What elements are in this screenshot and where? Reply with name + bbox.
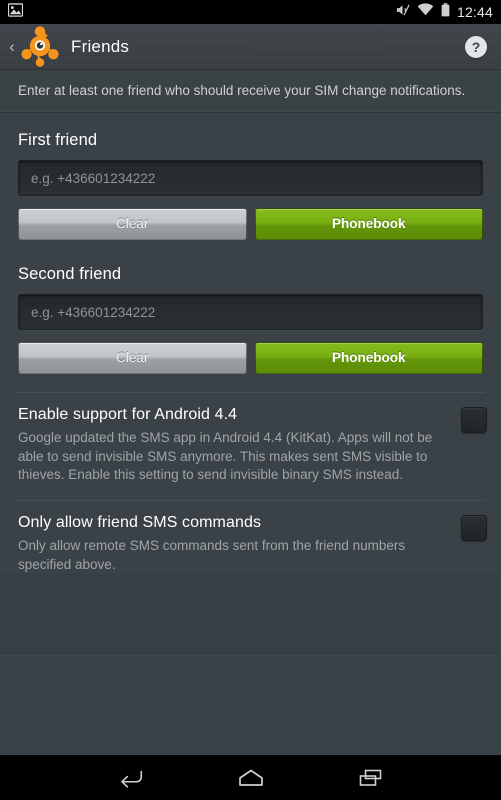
status-bar-clock: 12:44: [456, 4, 493, 20]
friend-section-second: Second friend Clear Phonebook: [0, 240, 501, 374]
navigation-back-icon[interactable]: [109, 755, 153, 800]
preference-android44-checkbox[interactable]: [461, 407, 487, 433]
friend-phone-input-first[interactable]: [18, 160, 483, 196]
friend-buttons-first: Clear Phonebook: [0, 196, 501, 240]
preference-friend-sms-title: Only allow friend SMS commands: [18, 513, 262, 531]
navigation-bar: [0, 755, 501, 800]
preference-android44-texts: Enable support for Android 4.4 Google up…: [18, 406, 461, 485]
page-title: Friends: [71, 36, 130, 56]
wifi-icon: [417, 3, 434, 21]
navigation-home-icon[interactable]: [229, 755, 273, 800]
preference-friend-sms-summary: Only allow remote SMS commands sent from…: [18, 537, 406, 572]
preference-android44[interactable]: Enable support for Android 4.4 Google up…: [0, 393, 501, 485]
settings-content: First friend Clear Phonebook Second frie…: [0, 113, 501, 575]
friend-section-first: First friend Clear Phonebook: [0, 115, 501, 240]
preference-friend-sms-checkbox[interactable]: [461, 514, 487, 541]
status-bar-system-icons: 12:44: [395, 2, 493, 22]
content-empty-area: [0, 655, 501, 755]
intro-text: Enter at least one friend who should rec…: [0, 70, 501, 113]
friend-label-first: First friend: [18, 131, 98, 149]
friend-buttons-second: Clear Phonebook: [0, 330, 501, 374]
preference-android44-summary: Google updated the SMS app in Android 4.…: [18, 430, 433, 483]
preference-android44-title: Enable support for Android 4.4: [18, 406, 238, 423]
action-bar: ‹ Friends ?: [0, 24, 501, 70]
friend-label-second: Second friend: [18, 265, 122, 283]
status-bar: 12:44: [0, 0, 501, 24]
preference-friend-sms[interactable]: Only allow friend SMS commands Only allo…: [0, 501, 501, 574]
friend-input-wrap-second: [0, 284, 501, 330]
friend-input-wrap-first: [0, 150, 501, 196]
clear-button-first[interactable]: Clear: [18, 208, 247, 240]
help-icon[interactable]: ?: [465, 35, 487, 58]
app-root: 12:44 ‹ Friends ? Enter at least one fri…: [0, 0, 501, 800]
avast-logo-icon[interactable]: [17, 24, 63, 70]
preference-friend-sms-texts: Only allow friend SMS commands Only allo…: [18, 514, 461, 574]
phonebook-button-second[interactable]: Phonebook: [254, 342, 483, 374]
image-icon: [7, 2, 24, 22]
clear-button-second[interactable]: Clear: [18, 342, 247, 374]
friend-phone-input-second[interactable]: [18, 294, 483, 330]
navigation-recents-icon[interactable]: [349, 755, 393, 800]
volume-mute-icon: [395, 3, 410, 22]
phonebook-button-first[interactable]: Phonebook: [254, 208, 483, 240]
battery-icon: [441, 2, 450, 22]
status-bar-notifications: [7, 2, 24, 22]
